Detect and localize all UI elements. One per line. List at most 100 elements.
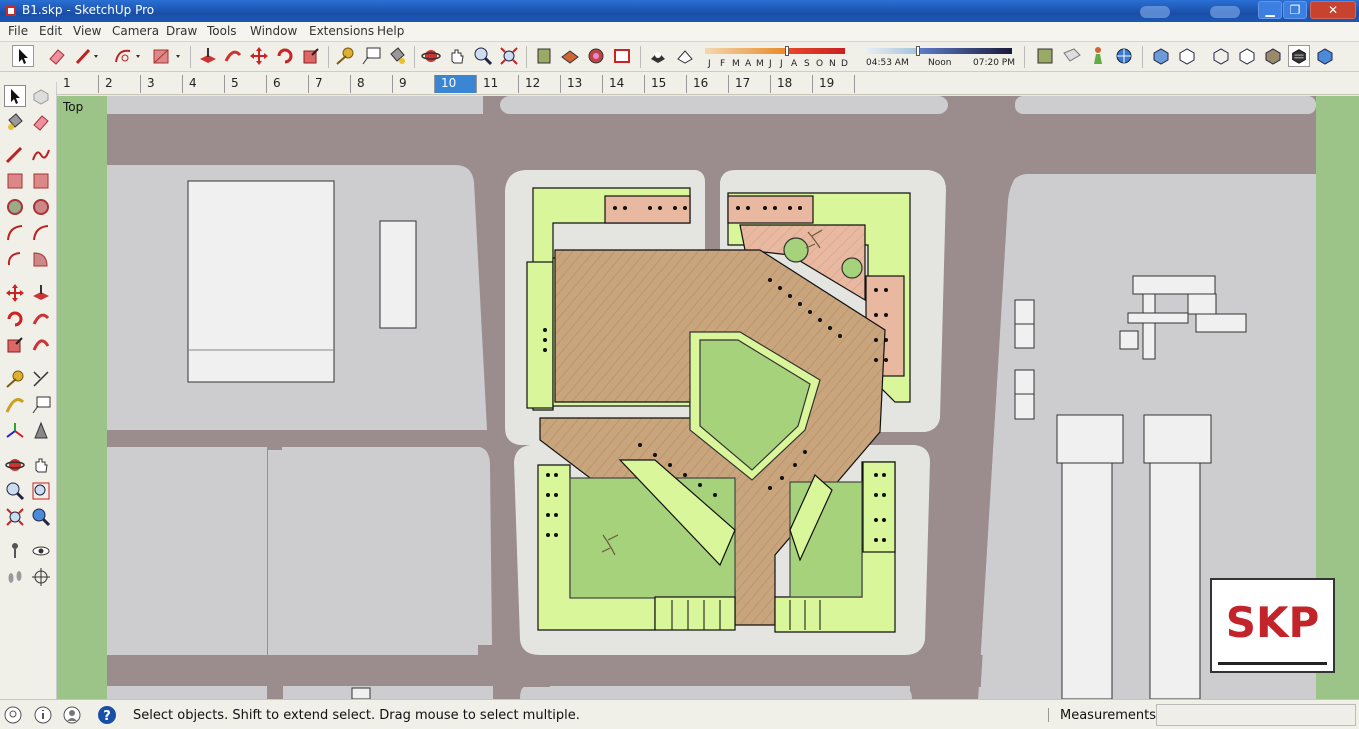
protractor-tool[interactable] [4, 394, 26, 416]
sandbox-button[interactable] [1034, 45, 1056, 67]
time-slider[interactable] [866, 46, 1012, 56]
push-pull-tool-button[interactable] [197, 45, 219, 67]
paint-bucket-tool-button[interactable] [386, 45, 408, 67]
scene-tab-2[interactable]: 2 [99, 75, 141, 93]
zoom-window-tool[interactable] [30, 480, 52, 502]
shaded-style-button[interactable] [1262, 45, 1284, 67]
monochrome-style-button[interactable] [1314, 45, 1336, 67]
wireframe-style-button[interactable] [1210, 45, 1232, 67]
circle-tool[interactable] [4, 196, 26, 218]
scene-tab-15[interactable]: 15 [645, 75, 687, 93]
follow-me-tool-button[interactable] [222, 45, 244, 67]
tape-measure-tool-button[interactable] [334, 45, 356, 67]
instructor-help[interactable]: ? [97, 705, 117, 725]
push-pull-tool[interactable] [30, 282, 52, 304]
menu-tools[interactable]: Tools [207, 24, 237, 38]
extension-warehouse-button[interactable] [585, 45, 607, 67]
scale-tool[interactable] [4, 334, 26, 356]
menu-view[interactable]: View [73, 24, 101, 38]
previous-view-tool[interactable] [30, 506, 52, 528]
scene-tab-7[interactable]: 7 [309, 75, 351, 93]
text-tool-button[interactable] [360, 45, 382, 67]
close-button[interactable]: ✕ [1310, 1, 1356, 19]
menu-file[interactable]: File [8, 24, 28, 38]
scene-tab-5[interactable]: 5 [225, 75, 267, 93]
position-camera-tool[interactable] [4, 540, 26, 562]
arc-tool[interactable] [4, 222, 26, 244]
three-point-arc-tool[interactable] [4, 248, 26, 270]
polygon-tool[interactable] [30, 196, 52, 218]
line-tool-button[interactable] [74, 45, 98, 67]
menu-extensions[interactable]: Extensions [309, 24, 374, 38]
zoom-extents-tool-button[interactable] [498, 45, 520, 67]
rotate-tool-button[interactable] [274, 45, 296, 67]
scene-tab-18[interactable]: 18 [771, 75, 813, 93]
select-tool[interactable] [4, 85, 26, 107]
eraser-tool-button[interactable] [46, 45, 68, 67]
zoom-tool[interactable] [4, 480, 26, 502]
scale-tool-button[interactable] [300, 45, 322, 67]
move-tool-button[interactable] [248, 45, 270, 67]
fog-toggle-button[interactable] [674, 45, 696, 67]
rectangle-tool[interactable] [4, 170, 26, 192]
scene-tab-19[interactable]: 19 [813, 75, 855, 93]
section-plane-tool[interactable] [30, 566, 52, 588]
scene-tab-6[interactable]: 6 [267, 75, 309, 93]
share-component-button[interactable] [559, 45, 581, 67]
scene-tab-9[interactable]: 9 [393, 75, 435, 93]
walk-tool[interactable] [4, 566, 26, 588]
scene-tab-4[interactable]: 4 [183, 75, 225, 93]
3d-warehouse-button[interactable] [533, 45, 555, 67]
freehand-tool[interactable] [30, 144, 52, 166]
geo-location-button[interactable] [1113, 45, 1135, 67]
geo-location-status[interactable] [3, 705, 23, 725]
measurements-input[interactable] [1156, 704, 1356, 726]
scene-tab-11[interactable]: 11 [477, 75, 519, 93]
minimize-button[interactable]: ▁ [1258, 1, 1282, 19]
shaded-with-textures-style-button[interactable] [1288, 45, 1310, 67]
two-point-arc-tool[interactable] [30, 222, 52, 244]
offset-tool[interactable] [30, 334, 52, 356]
dimension-tool[interactable] [30, 368, 52, 390]
pie-tool[interactable] [30, 248, 52, 270]
zoom-tool-button[interactable] [472, 45, 494, 67]
scene-tab-8[interactable]: 8 [351, 75, 393, 93]
send-to-layout-button[interactable] [611, 45, 633, 67]
xray-style-button[interactable] [1150, 45, 1172, 67]
shadows-toggle-button[interactable] [647, 45, 669, 67]
arc-tool-button[interactable] [112, 45, 140, 67]
hidden-line-style-button[interactable] [1236, 45, 1258, 67]
back-edges-style-button[interactable] [1176, 45, 1198, 67]
tape-measure-tool[interactable] [4, 368, 26, 390]
orbit-tool[interactable] [4, 454, 26, 476]
scene-tab-3[interactable]: 3 [141, 75, 183, 93]
axes-tool[interactable] [4, 420, 26, 442]
maximize-button[interactable]: ❐ [1283, 1, 1307, 19]
paint-bucket-tool[interactable] [4, 111, 26, 133]
line-tool[interactable] [4, 144, 26, 166]
pan-tool[interactable] [30, 454, 52, 476]
scene-tab-1[interactable]: 1 [57, 75, 99, 93]
scene-tab-12[interactable]: 12 [519, 75, 561, 93]
menu-edit[interactable]: Edit [39, 24, 62, 38]
look-around-tool[interactable] [30, 540, 52, 562]
rotated-rectangle-tool[interactable] [30, 170, 52, 192]
move-tool[interactable] [4, 282, 26, 304]
credits-status[interactable] [33, 705, 53, 725]
pan-tool-button[interactable] [446, 45, 468, 67]
scene-tab-10[interactable]: 10 [435, 75, 477, 93]
scene-tab-13[interactable]: 13 [561, 75, 603, 93]
month-slider[interactable] [705, 46, 850, 56]
3d-text-tool[interactable] [30, 420, 52, 442]
menu-camera[interactable]: Camera [112, 24, 159, 38]
select-tool-button[interactable] [12, 45, 34, 67]
zoom-extents-tool[interactable] [4, 506, 26, 528]
eraser-tool[interactable] [30, 111, 52, 133]
section-plane-button[interactable] [1061, 45, 1083, 67]
menu-draw[interactable]: Draw [166, 24, 197, 38]
scene-tab-14[interactable]: 14 [603, 75, 645, 93]
text-tool[interactable] [30, 394, 52, 416]
menu-window[interactable]: Window [250, 24, 297, 38]
add-location-button[interactable] [1087, 45, 1109, 67]
follow-me-tool[interactable] [30, 308, 52, 330]
